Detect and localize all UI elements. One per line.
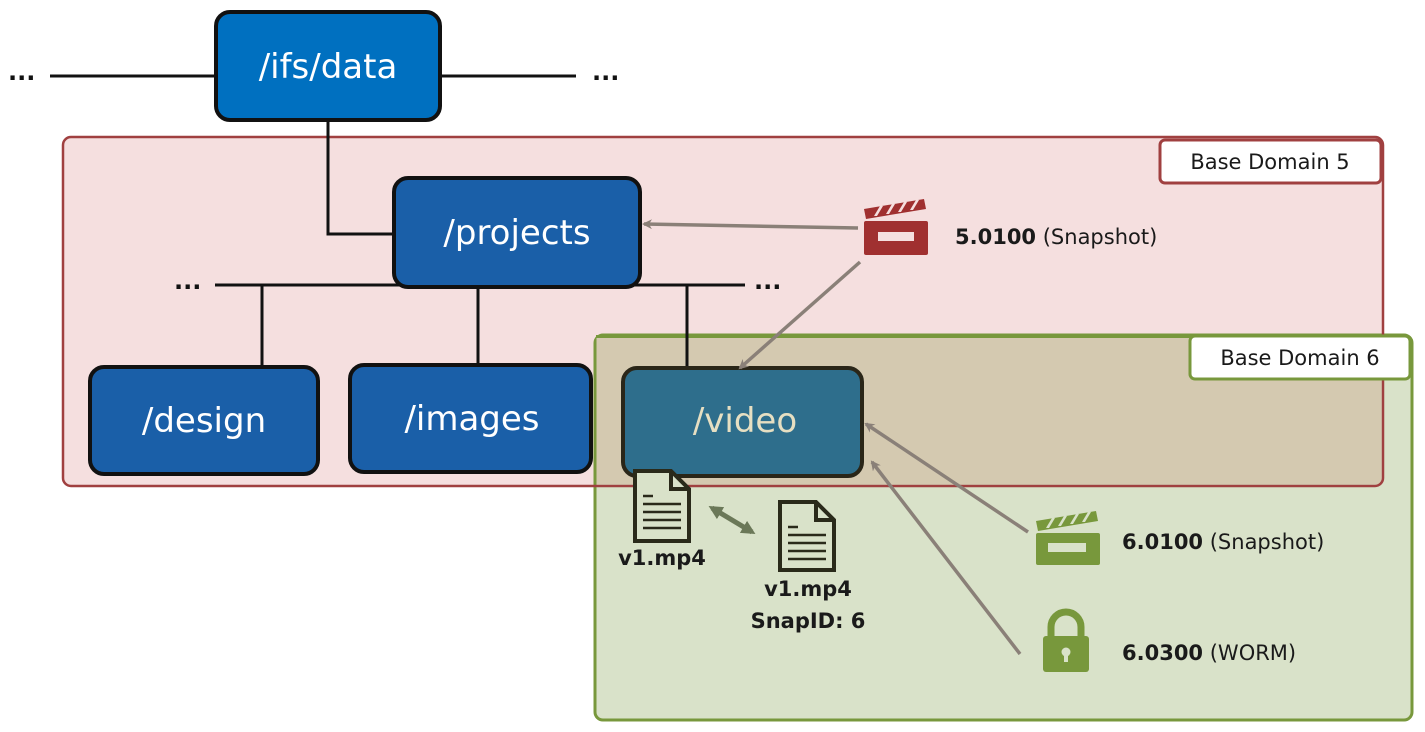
node-projects[interactable]: /projects <box>392 176 642 289</box>
svg-text:/design: /design <box>142 401 266 441</box>
file-name: v1.mp4 <box>618 546 706 570</box>
policy-5-0100-label: 5.0100 (Snapshot) <box>955 225 1157 249</box>
svg-text:/ifs/data: /ifs/data <box>259 47 398 87</box>
node-images[interactable]: /images <box>348 363 593 474</box>
ellipsis-left: ... <box>174 267 201 295</box>
snapshot-file-name: v1.mp4 <box>764 577 852 601</box>
ellipsis-right: ... <box>592 58 619 86</box>
file-icon <box>633 469 691 543</box>
node-video[interactable]: /video <box>621 366 864 478</box>
svg-text:/images: /images <box>404 399 539 439</box>
node-design[interactable]: /design <box>88 365 320 476</box>
base-domain-6-label: Base Domain 6 <box>1188 334 1412 381</box>
policy-6-0300-label: 6.0300 (WORM) <box>1122 641 1296 665</box>
base-domain-5-label: Base Domain 5 <box>1158 138 1383 185</box>
policy-6-0100-label: 6.0100 (Snapshot) <box>1122 530 1324 554</box>
svg-text:/projects: /projects <box>443 213 590 253</box>
file-icon <box>778 500 836 572</box>
node-ifs-data[interactable]: /ifs/data <box>214 10 442 122</box>
ellipsis-left: ... <box>8 58 35 86</box>
snapshot-id: SnapID: 6 <box>751 609 866 633</box>
svg-text:Base Domain 6: Base Domain 6 <box>1220 346 1379 370</box>
domain-diagram: Base Domain 5 Base Domain 6 ... ... ... … <box>8 10 1414 722</box>
ellipsis-right: ... <box>754 267 781 295</box>
svg-text:/video: /video <box>693 401 797 441</box>
svg-text:Base Domain 5: Base Domain 5 <box>1190 150 1349 174</box>
